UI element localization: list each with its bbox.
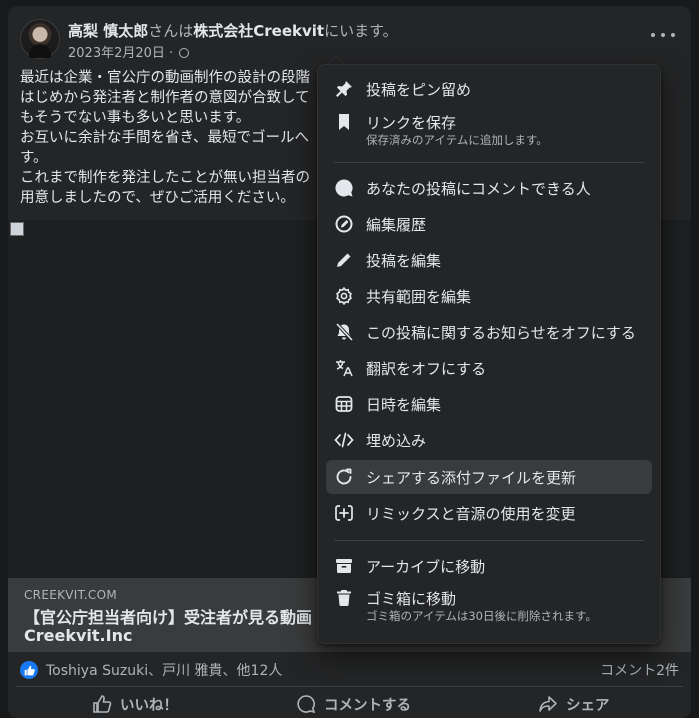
meta-separator: ·: [169, 46, 174, 61]
menu-item-label: あなたの投稿にコメントできる人: [366, 180, 591, 198]
menu-item-turn-off-translation[interactable]: 翻訳をオフにする: [326, 351, 652, 385]
link-domain: CREEKVIT.COM: [24, 588, 117, 602]
reactors-list[interactable]: Toshiya Suzuki、戸川 雅貴、他12人: [46, 660, 282, 680]
comment-label: コメントする: [324, 697, 411, 714]
menu-item-label: アーカイブに移動: [366, 558, 486, 576]
post-author-line: 高梨 慎太郎さんは株式会社Creekvitにいます。: [68, 20, 398, 41]
menu-item-trash[interactable]: ゴミ箱に移動 ゴミ箱のアイテムは30日後に削除されます。: [326, 581, 652, 631]
comment-bubble-icon: [296, 694, 316, 714]
menu-divider: [334, 162, 644, 163]
menu-item-label: 投稿を編集: [366, 252, 442, 270]
code-icon: [334, 430, 354, 450]
dot-icon: [651, 33, 655, 37]
menu-item-label: 翻訳をオフにする: [366, 360, 487, 378]
comment-bubble-icon: [334, 178, 354, 198]
share-label: シェア: [566, 697, 610, 714]
link-title-line2: Creekvit.Inc: [24, 626, 133, 645]
post-options-menu: 投稿をピン留め リンクを保存 保存済みのアイテムに追加します。 あなたの投稿にコ…: [317, 64, 661, 644]
menu-divider: [334, 540, 644, 541]
menu-item-label: この投稿に関するお知らせをオフにする: [366, 324, 636, 342]
post-text-line: お互いに余計な手間を省き、最短でゴールへ: [20, 130, 309, 146]
author-avatar[interactable]: [20, 19, 60, 59]
menu-item-turn-off-notifications[interactable]: この投稿に関するお知らせをオフにする: [326, 315, 652, 349]
menu-item-save-link[interactable]: リンクを保存 保存済みのアイテムに追加します。: [326, 105, 652, 153]
post-date[interactable]: 2023年2月20日: [68, 46, 165, 61]
broken-image-icon: [10, 222, 24, 236]
menu-item-embed[interactable]: 埋め込み: [326, 423, 652, 457]
remix-icon: [334, 503, 354, 523]
menu-item-edit-post[interactable]: 投稿を編集: [326, 243, 652, 277]
translate-icon: [334, 358, 354, 378]
post-meta: 2023年2月20日 ·: [68, 42, 190, 61]
like-reaction-icon[interactable]: [20, 661, 38, 679]
bell-off-icon: [334, 322, 354, 342]
post-text-line: はじめから発注者と制作者の意図が合致して: [20, 90, 310, 106]
pin-icon: [334, 79, 354, 99]
menu-item-edit-date[interactable]: 日時を編集: [326, 387, 652, 421]
menu-item-archive[interactable]: アーカイブに移動: [326, 549, 652, 583]
comment-button[interactable]: コメントする: [296, 691, 411, 717]
pencil-icon: [334, 250, 354, 270]
menu-item-description: 保存済みのアイテムに追加します。: [366, 133, 548, 147]
menu-item-refresh-attachment[interactable]: シェアする添付ファイルを更新: [326, 460, 652, 494]
menu-item-label: リミックスと音源の使用を変更: [366, 505, 576, 523]
dot-icon: [661, 33, 665, 37]
like-label: いいね！: [120, 697, 178, 714]
edit-history-icon: [334, 214, 354, 234]
globe-icon[interactable]: [179, 48, 190, 58]
share-arrow-icon: [538, 694, 558, 714]
post-text: 最近は企業・官公庁の動画制作の設計の段階 はじめから発注者と制作者の意図が合致し…: [20, 68, 320, 208]
menu-item-label: 共有範囲を編集: [366, 288, 472, 306]
reactions-bar: Toshiya Suzuki、戸川 雅貴、他12人 コメント2件: [20, 660, 679, 680]
location-name[interactable]: 株式会社Creekvit: [193, 22, 324, 40]
post-actions: いいね！ コメントする シェア: [16, 686, 683, 718]
menu-item-pin[interactable]: 投稿をピン留め: [326, 72, 652, 106]
menu-item-label: 編集履歴: [366, 216, 427, 234]
menu-item-remix-settings[interactable]: リミックスと音源の使用を変更: [326, 496, 652, 530]
thumbs-up-icon: [92, 694, 112, 714]
menu-item-edit-audience[interactable]: 共有範囲を編集: [326, 279, 652, 313]
share-button[interactable]: シェア: [538, 691, 610, 717]
menu-item-edit-history[interactable]: 編集履歴: [326, 207, 652, 241]
post-text-line: 最近は企業・官公庁の動画制作の設計の段階: [20, 70, 310, 86]
post-text-line: 用意しましたので、ぜひご活用ください。: [20, 190, 295, 206]
link-title: 【官公庁担当者向け】受注者が見る動画: [24, 608, 313, 627]
location-suffix: にいます。: [324, 22, 398, 40]
post-text-line: これまで制作を発注したことが無い担当者の: [20, 170, 310, 186]
comment-count[interactable]: コメント2件: [600, 660, 679, 680]
more-options-button[interactable]: [651, 28, 675, 42]
refresh-icon: [334, 467, 354, 487]
post-text-line: もそうでない事も多いと思います。: [20, 110, 251, 126]
menu-item-label: 投稿をピン留め: [366, 81, 472, 99]
archive-box-icon: [334, 556, 354, 576]
menu-item-label: リンクを保存: [366, 114, 457, 132]
calendar-icon: [334, 394, 354, 414]
menu-item-label: 埋め込み: [366, 432, 427, 450]
menu-item-description: ゴミ箱のアイテムは30日後に削除されます。: [366, 609, 597, 623]
dot-icon: [671, 33, 675, 37]
trash-icon: [334, 588, 354, 608]
at-text: さんは: [148, 22, 194, 40]
author-name[interactable]: 高梨 慎太郎: [68, 22, 148, 40]
menu-item-label: シェアする添付ファイルを更新: [366, 469, 577, 487]
like-button[interactable]: いいね！: [92, 691, 178, 717]
menu-item-who-can-comment[interactable]: あなたの投稿にコメントできる人: [326, 171, 652, 205]
menu-item-label: 日時を編集: [366, 396, 442, 414]
menu-item-label: ゴミ箱に移動: [366, 590, 457, 608]
bookmark-icon: [334, 112, 354, 132]
gear-icon: [334, 286, 354, 306]
post-text-line: す。: [20, 150, 48, 166]
